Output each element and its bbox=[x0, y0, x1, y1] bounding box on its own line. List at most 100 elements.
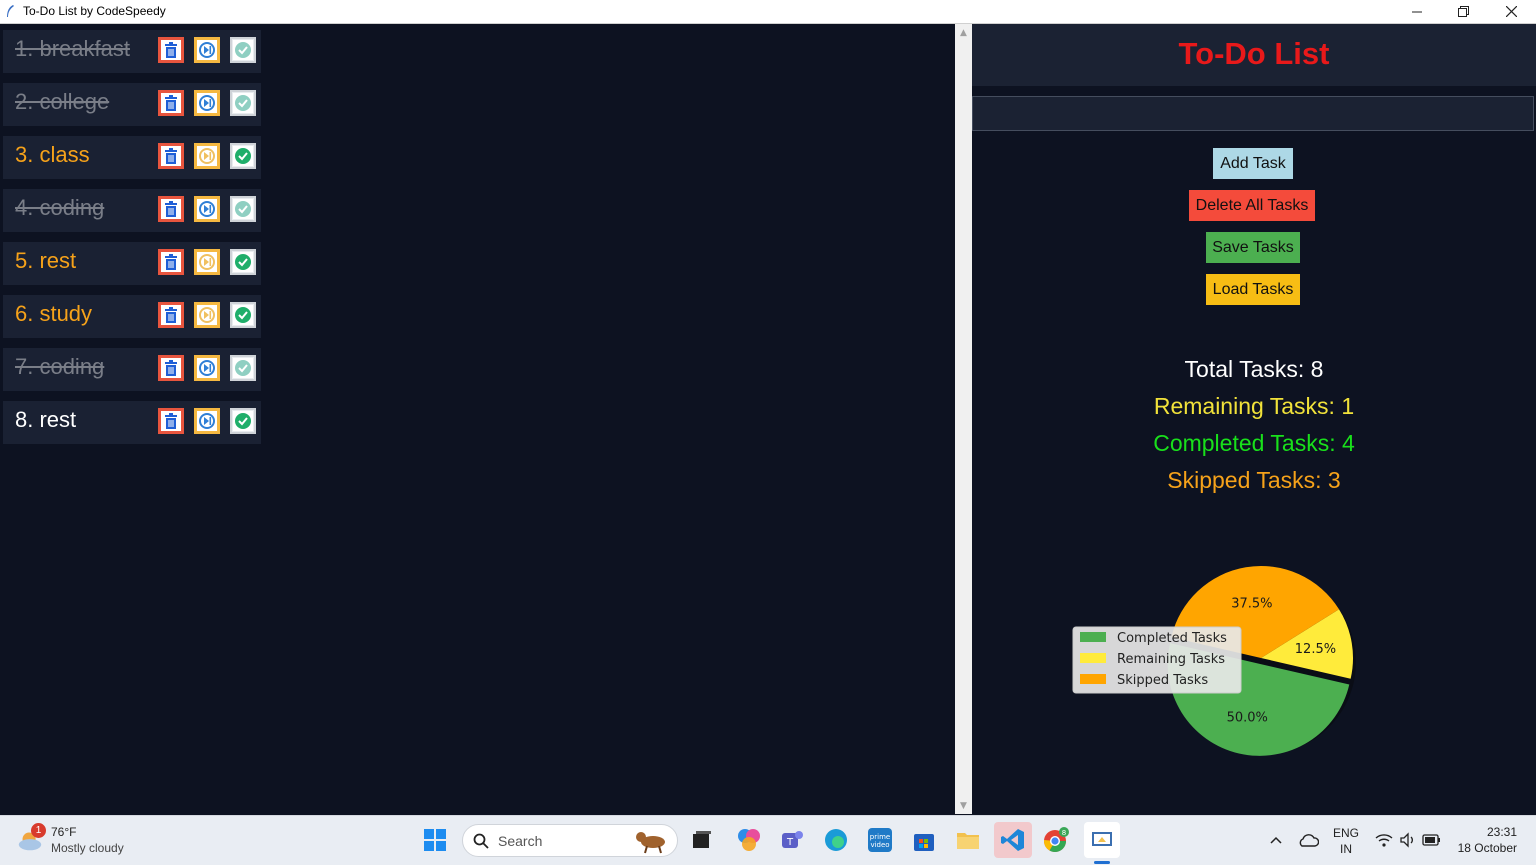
legend-swatch bbox=[1080, 632, 1106, 642]
complete-task-button[interactable] bbox=[230, 90, 256, 116]
task-status-pie-chart: 12.5% 50.0% 37.5% Completed Tasks Remaining … bbox=[1072, 566, 1356, 756]
task-input[interactable] bbox=[972, 96, 1534, 131]
close-icon bbox=[1505, 6, 1517, 17]
task-row: 3. class bbox=[3, 136, 261, 179]
task-view-icon[interactable] bbox=[688, 826, 716, 854]
complete-task-button[interactable] bbox=[230, 408, 256, 434]
weather-notification-badge: 1 bbox=[31, 823, 46, 838]
total-tasks-stat: Total Tasks: 8 bbox=[1184, 356, 1324, 382]
delete-all-tasks-button[interactable]: Delete All Tasks bbox=[1189, 190, 1315, 221]
skip-forward-icon bbox=[199, 148, 215, 164]
task-label: 6. study bbox=[15, 301, 93, 326]
add-task-button[interactable]: Add Task bbox=[1213, 148, 1293, 179]
complete-task-button[interactable] bbox=[230, 249, 256, 275]
skip-task-button[interactable] bbox=[194, 90, 220, 116]
windows-taskbar: 1 76°F Mostly cloudy Search T prime video bbox=[0, 815, 1536, 865]
microsoft-store-icon[interactable] bbox=[910, 826, 938, 854]
delete-task-button[interactable] bbox=[158, 196, 184, 222]
complete-task-button[interactable] bbox=[230, 143, 256, 169]
clock-date[interactable]: 18 October bbox=[1440, 841, 1517, 855]
trash-icon bbox=[165, 42, 177, 58]
svg-text:8: 8 bbox=[1062, 829, 1066, 837]
svg-text:prime: prime bbox=[870, 833, 890, 841]
task-label: 4. coding bbox=[15, 195, 105, 220]
window-title-bar: To-Do List by CodeSpeedy bbox=[0, 0, 1536, 24]
task-row: 7. coding bbox=[3, 348, 261, 391]
scroll-down-arrow-icon[interactable]: ▼ bbox=[955, 797, 972, 814]
complete-task-button[interactable] bbox=[230, 37, 256, 63]
delete-task-button[interactable] bbox=[158, 249, 184, 275]
checkmark-icon bbox=[235, 254, 251, 270]
delete-task-button[interactable] bbox=[158, 355, 184, 381]
svg-text:T: T bbox=[786, 837, 794, 848]
trash-icon bbox=[165, 254, 177, 270]
taskbar-search-box[interactable]: Search bbox=[462, 824, 678, 857]
checkmark-icon bbox=[235, 42, 251, 58]
weather-temperature[interactable]: 76°F bbox=[51, 825, 76, 839]
panel-title: To-Do List bbox=[1178, 36, 1330, 71]
load-tasks-button[interactable]: Load Tasks bbox=[1206, 274, 1300, 305]
language-indicator-bottom[interactable]: IN bbox=[1330, 842, 1362, 856]
search-placeholder: Search bbox=[498, 833, 543, 849]
skip-task-button[interactable] bbox=[194, 302, 220, 328]
prime-video-icon[interactable]: prime video bbox=[866, 826, 894, 854]
skip-task-button[interactable] bbox=[194, 249, 220, 275]
weather-description[interactable]: Mostly cloudy bbox=[51, 841, 124, 855]
trash-icon bbox=[165, 148, 177, 164]
trash-icon bbox=[165, 360, 177, 376]
complete-task-button[interactable] bbox=[230, 302, 256, 328]
skip-forward-icon bbox=[199, 42, 215, 58]
search-icon bbox=[473, 833, 489, 849]
save-tasks-button[interactable]: Save Tasks bbox=[1206, 232, 1300, 263]
checkmark-icon bbox=[235, 413, 251, 429]
skip-forward-icon bbox=[199, 201, 215, 217]
restore-button[interactable] bbox=[1440, 0, 1486, 23]
chrome-icon[interactable]: 8 bbox=[1042, 826, 1070, 854]
feather-app-icon bbox=[7, 5, 14, 17]
task-label: 8. rest bbox=[15, 407, 77, 432]
clock-time[interactable]: 23:31 bbox=[1455, 825, 1517, 839]
skip-task-button[interactable] bbox=[194, 143, 220, 169]
minimize-button[interactable] bbox=[1394, 0, 1440, 23]
delete-task-button[interactable] bbox=[158, 90, 184, 116]
skip-forward-icon bbox=[199, 307, 215, 323]
onedrive-cloud-icon[interactable] bbox=[1294, 826, 1322, 854]
delete-task-button[interactable] bbox=[158, 408, 184, 434]
task-label: 2. college bbox=[15, 89, 110, 114]
task-list-pane: 1. breakfast 2. college 3. class 4. coding 5… bbox=[0, 24, 955, 814]
checkmark-icon bbox=[235, 360, 251, 376]
skip-forward-icon bbox=[199, 95, 215, 111]
skip-task-button[interactable] bbox=[194, 355, 220, 381]
language-indicator-top[interactable]: ENG bbox=[1330, 826, 1362, 840]
edge-browser-icon[interactable] bbox=[822, 826, 850, 854]
pie-percent-label: 50.0% bbox=[1227, 711, 1268, 726]
windows-start-icon[interactable] bbox=[421, 826, 449, 854]
file-explorer-icon[interactable] bbox=[954, 826, 982, 854]
teams-icon[interactable]: T bbox=[778, 826, 806, 854]
close-button[interactable] bbox=[1488, 0, 1534, 23]
task-row: 8. rest bbox=[3, 401, 261, 444]
delete-task-button[interactable] bbox=[158, 302, 184, 328]
legend-label: Remaining Tasks bbox=[1117, 652, 1225, 667]
show-hidden-icons-chevron-icon[interactable] bbox=[1262, 826, 1290, 854]
complete-task-button[interactable] bbox=[230, 196, 256, 222]
checkmark-icon bbox=[235, 95, 251, 111]
vscode-icon[interactable] bbox=[994, 822, 1032, 858]
skip-task-button[interactable] bbox=[194, 408, 220, 434]
python-tk-app-icon[interactable] bbox=[1084, 822, 1120, 858]
legend-label: Skipped Tasks bbox=[1117, 673, 1208, 688]
scroll-up-arrow-icon[interactable]: ▲ bbox=[955, 24, 972, 41]
task-row: 1. breakfast bbox=[3, 30, 261, 73]
task-label: 1. breakfast bbox=[15, 36, 130, 61]
skip-task-button[interactable] bbox=[194, 37, 220, 63]
checkmark-icon bbox=[235, 201, 251, 217]
svg-text:video: video bbox=[870, 841, 889, 849]
delete-task-button[interactable] bbox=[158, 143, 184, 169]
skip-task-button[interactable] bbox=[194, 196, 220, 222]
pie-percent-label: 12.5% bbox=[1295, 642, 1336, 657]
complete-task-button[interactable] bbox=[230, 355, 256, 381]
delete-task-button[interactable] bbox=[158, 37, 184, 63]
task-list-scrollbar[interactable]: ▲ ▼ bbox=[955, 24, 972, 814]
copilot-icon[interactable] bbox=[735, 826, 763, 854]
task-label: 7. coding bbox=[15, 354, 105, 379]
